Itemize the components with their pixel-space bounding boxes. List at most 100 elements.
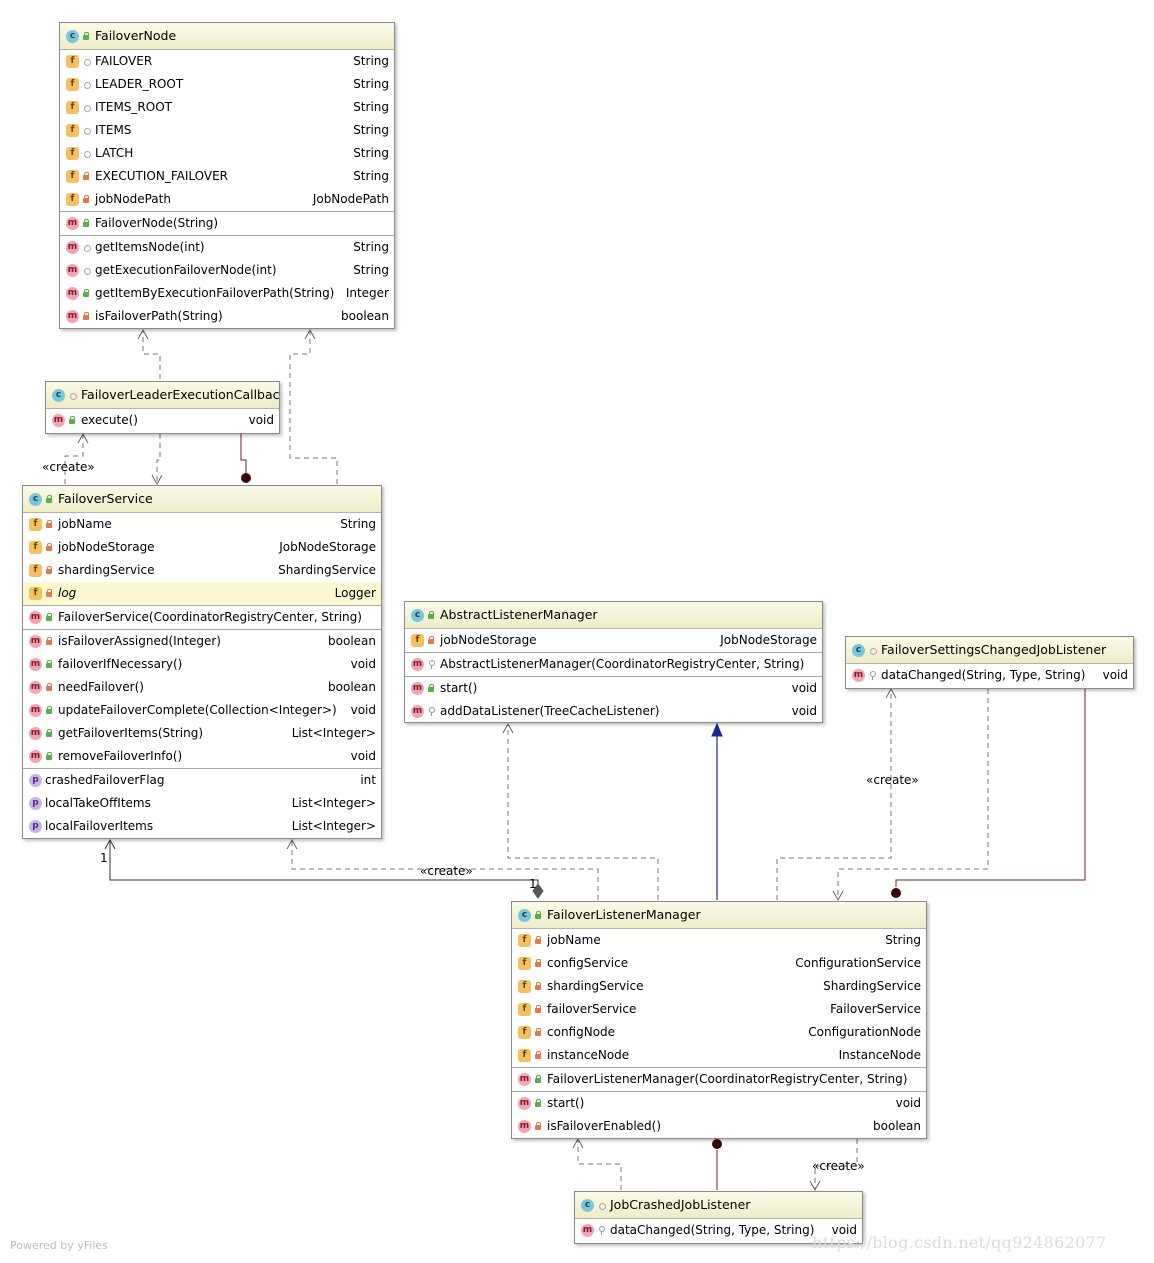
public-icon: [45, 752, 53, 761]
package-icon: [82, 149, 91, 158]
constructor-name: FailoverService(CoordinatorRegistryCente…: [58, 610, 362, 624]
class-failover-settings-changed-job-listener[interactable]: c FailoverSettingsChangedJobListener m dat…: [845, 636, 1134, 689]
method-name: getExecutionFailoverNode(int): [95, 263, 277, 277]
class-failover-service[interactable]: c FailoverService f jobName String f jobNode…: [22, 485, 382, 839]
class-icon: c: [852, 644, 865, 657]
field-icon: f: [29, 541, 42, 554]
method-icon: m: [29, 750, 42, 763]
field-name: log: [58, 586, 77, 600]
field-name: shardingService: [58, 563, 155, 577]
public-icon: [427, 684, 435, 693]
public-icon: [45, 660, 53, 669]
dependency-callback-node: [142, 330, 161, 379]
package-icon: [68, 391, 77, 400]
method-name: isFailoverPath(String): [95, 309, 223, 323]
package-icon: [597, 1201, 606, 1210]
method-name: execute(): [81, 413, 138, 427]
field-type: JobNodeStorage: [720, 633, 817, 647]
field-name: instanceNode: [547, 1048, 630, 1062]
create-service-callback: [64, 434, 84, 484]
class-abstract-listener-manager[interactable]: c AbstractListenerManager f jobNodeStorage…: [404, 601, 823, 723]
public-icon: [68, 416, 76, 425]
field-type: JobNodeStorage: [279, 540, 376, 554]
method-type: void: [350, 703, 376, 717]
method-icon: m: [29, 611, 42, 624]
class-failover-node[interactable]: c FailoverNode f FAILOVER String f LEADER_RO…: [59, 22, 395, 329]
method-icon: m: [52, 414, 65, 427]
method-type: void: [791, 681, 817, 695]
private-icon: [45, 637, 53, 646]
create-label: «create»: [420, 864, 473, 878]
method-icon: m: [518, 1097, 531, 1110]
private-icon: [45, 543, 53, 552]
method-type: boolean: [873, 1119, 921, 1133]
class-failover-listener-manager[interactable]: c FailoverListenerManager f jobName String …: [511, 901, 927, 1139]
field-icon: f: [29, 564, 42, 577]
method-icon: m: [29, 704, 42, 717]
multiplicity-label: 1: [529, 877, 537, 891]
inner-callback-link: [240, 434, 247, 475]
class-failover-leader-execution-callback[interactable]: c FailoverLeaderExecutionCallback m execut…: [45, 381, 280, 434]
property-type: List<Integer>: [291, 819, 376, 833]
field-name: jobNodeStorage: [58, 540, 155, 554]
method-name: failoverIfNecessary(): [58, 657, 183, 671]
field-icon: f: [66, 193, 79, 206]
public-icon: [45, 495, 53, 504]
method-type: boolean: [328, 680, 376, 694]
method-name: addDataListener(TreeCacheListener): [440, 704, 660, 718]
class-header: c FailoverListenerManager: [512, 902, 926, 929]
watermark: https://blog.csdn.net/qq924862077: [812, 1233, 1107, 1252]
private-icon: [82, 172, 90, 181]
private-icon: [82, 195, 90, 204]
field-type: String: [353, 77, 389, 91]
field-type: FailoverService: [830, 1002, 921, 1016]
protected-icon: [597, 1226, 605, 1235]
property-name: localFailoverItems: [45, 819, 154, 833]
class-name: FailoverLeaderExecutionCallback: [81, 387, 279, 402]
method-type: void: [1102, 668, 1128, 682]
public-icon: [534, 1075, 542, 1084]
field-type: String: [353, 169, 389, 183]
protected-icon: [868, 671, 876, 680]
static-field-icon: f: [66, 124, 79, 137]
class-header: c FailoverNode: [60, 23, 394, 50]
method-type: void: [791, 704, 817, 718]
package-icon: [82, 243, 91, 252]
class-name: AbstractListenerManager: [440, 607, 598, 622]
field-name: jobNodeStorage: [440, 633, 537, 647]
method-name: isFailoverEnabled(): [547, 1119, 662, 1133]
property-type: List<Integer>: [291, 796, 376, 810]
class-name: JobCrashedJobListener: [610, 1197, 751, 1212]
private-icon: [82, 312, 90, 321]
field-name: FAILOVER: [95, 54, 153, 68]
field-name: shardingService: [547, 979, 644, 993]
method-type: String: [353, 263, 389, 277]
class-name: FailoverService: [58, 491, 153, 506]
static-field-icon: f: [66, 170, 79, 183]
static-field-icon: f: [66, 101, 79, 114]
method-name: updateFailoverComplete(Collection<Intege…: [58, 703, 337, 717]
property-name: crashedFailoverFlag: [45, 773, 165, 787]
field-name: failoverService: [547, 1002, 637, 1016]
field-type: ShardingService: [278, 563, 376, 577]
static-field-icon: f: [66, 147, 79, 160]
method-type: void: [248, 413, 274, 427]
class-icon: c: [518, 909, 531, 922]
static-field-icon: f: [66, 55, 79, 68]
field-type: String: [353, 123, 389, 137]
package-icon: [82, 266, 91, 275]
method-type: String: [353, 240, 389, 254]
method-icon: m: [29, 658, 42, 671]
create-label: «create»: [866, 773, 919, 787]
method-type: void: [895, 1096, 921, 1110]
class-header: c FailoverSettingsChangedJobListener: [846, 637, 1133, 664]
method-name: start(): [440, 681, 478, 695]
protected-icon: [427, 660, 435, 669]
field-name: LEADER_ROOT: [95, 77, 184, 91]
method-icon: m: [66, 310, 79, 323]
constructor-name: FailoverNode(String): [95, 216, 219, 230]
static-field-icon: f: [29, 587, 42, 600]
package-icon: [82, 103, 91, 112]
method-icon: m: [66, 217, 79, 230]
method-icon: m: [29, 727, 42, 740]
